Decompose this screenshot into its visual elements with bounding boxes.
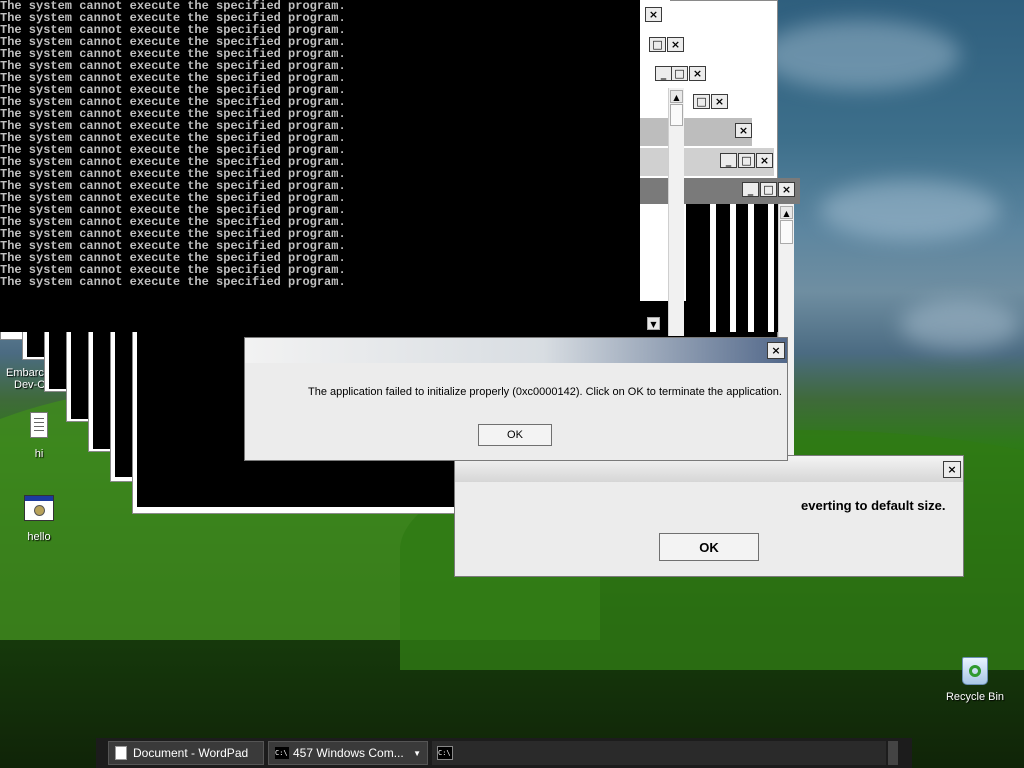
desktop-icon-recycle-bin[interactable]: Recycle Bin: [940, 657, 1010, 703]
text-file-icon: [30, 412, 48, 438]
taskbar-button-wordpad[interactable]: Document - WordPad: [108, 741, 264, 765]
stack-close-button-7[interactable]: ×: [778, 182, 795, 197]
recycle-bin-icon: [962, 657, 988, 685]
stack-maximize-button-4[interactable]: □: [693, 94, 710, 109]
error-dialog-title-bar: [245, 338, 787, 363]
cmd-icon: C:\: [275, 747, 289, 759]
cmd-icon: C:\: [437, 746, 453, 760]
stack-minimize-button-7[interactable]: _: [742, 182, 759, 197]
resize-warning-ok-button[interactable]: OK: [659, 533, 759, 561]
stack-minimize-button-3[interactable]: _: [655, 66, 672, 81]
stack-maximize-button-6[interactable]: □: [738, 153, 755, 168]
stack-maximize-button-3[interactable]: □: [671, 66, 688, 81]
application-icon: [24, 495, 54, 521]
console-line: The system cannot execute the specified …: [0, 275, 346, 289]
taskbar-button-command[interactable]: C:\: [432, 741, 886, 765]
stack-maximize-button-2[interactable]: □: [649, 37, 666, 52]
console-output[interactable]: The system cannot execute the specified …: [0, 0, 640, 332]
stack-close-button-3[interactable]: ×: [689, 66, 706, 81]
resize-warning-dialog[interactable]: × everting to default size. OK: [454, 455, 964, 577]
scroll-up-arrow-icon[interactable]: ▲: [670, 90, 683, 103]
desktop-icon-hi-label: hi: [34, 448, 44, 460]
error-dialog[interactable]: × The application failed to initialize p…: [244, 337, 788, 461]
stack-close-button-5[interactable]: ×: [735, 123, 752, 138]
stack-close-button-6[interactable]: ×: [756, 153, 773, 168]
chevron-down-icon: ▼: [413, 748, 421, 758]
desktop-icon-hello-label: hello: [27, 531, 51, 543]
stack-close-button-4[interactable]: ×: [711, 94, 728, 109]
taskbar-divider: [888, 741, 898, 765]
stack-scrollbar-a[interactable]: ▲: [668, 88, 684, 336]
stack-minimize-button-6[interactable]: _: [720, 153, 737, 168]
desktop-icon-embarcadero-label2: Dev-C: [14, 379, 46, 391]
error-dialog-close-button[interactable]: ×: [767, 342, 785, 359]
taskbar-button-wordpad-label: Document - WordPad: [133, 746, 249, 760]
taskbar-button-command-group[interactable]: C:\ 457 Windows Com... ▼: [268, 741, 428, 765]
error-dialog-message: The application failed to initialize pro…: [308, 386, 782, 398]
wordpad-icon: [115, 746, 127, 760]
stack-maximize-button-7[interactable]: □: [760, 182, 777, 197]
scroll-down-arrow-icon[interactable]: ▼: [647, 317, 660, 330]
resize-warning-message: everting to default size.: [801, 498, 946, 513]
error-dialog-ok-button[interactable]: OK: [478, 424, 552, 446]
desktop-icon-hello[interactable]: hello: [9, 495, 69, 543]
desktop-icon-hi[interactable]: hi: [9, 412, 69, 460]
desktop-icon-embarcadero[interactable]: Embarc Dev-C: [0, 367, 50, 391]
scroll-up-arrow-icon[interactable]: ▲: [780, 206, 793, 219]
desktop-icon-recycle-bin-label: Recycle Bin: [945, 691, 1005, 703]
stack-close-button-2[interactable]: ×: [667, 37, 684, 52]
stack-close-button-1[interactable]: ×: [645, 7, 662, 22]
console-scrollbar-stub[interactable]: ▼: [646, 316, 662, 332]
taskbar-button-command-group-label: 457 Windows Com...: [293, 746, 404, 760]
desktop-icon-embarcadero-label1: Embarc: [6, 367, 44, 379]
resize-warning-close-button[interactable]: ×: [943, 461, 961, 478]
taskbar: Document - WordPad C:\ 457 Windows Com..…: [96, 738, 912, 768]
